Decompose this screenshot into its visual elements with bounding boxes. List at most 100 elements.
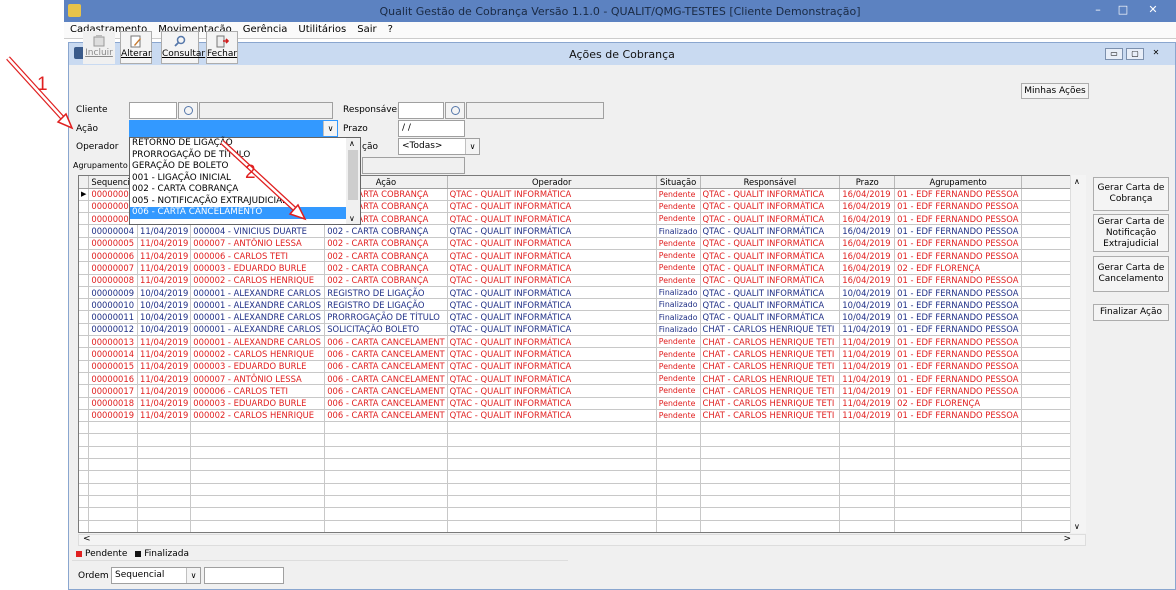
acao-dropdown-list[interactable]: RETORNO DE LIGAÇÃO PRORROGAÇÃO DE TÍTULO…: [129, 137, 347, 225]
cliente-lookup-button[interactable]: [178, 102, 198, 119]
cell-prazo: 16/04/2019: [839, 188, 896, 201]
responsavel-code-input[interactable]: [398, 102, 444, 119]
col-operador[interactable]: Operador: [447, 176, 657, 189]
table-row[interactable]: 00000016 11/04/2019 000007 - ANTÔNIO LESSA…: [79, 372, 1085, 386]
dropdown-scrollbar[interactable]: ∧ ∨: [346, 137, 361, 225]
gerar-carta-cobranca-button[interactable]: Gerar Carta de Cobrança: [1093, 177, 1169, 211]
col-prazo[interactable]: Prazo: [839, 176, 896, 189]
ordem-select[interactable]: Sequencial ∨: [111, 567, 201, 584]
minimize-button[interactable]: –: [1087, 0, 1109, 20]
acao-option[interactable]: PRORROGAÇÃO DE TÍTULO: [130, 150, 346, 162]
cell-operador: QTAC - QUALIT INFORMÁTICA: [447, 274, 657, 287]
chevron-down-icon: ∨: [323, 121, 337, 136]
alterar-button[interactable]: Alterar: [120, 31, 152, 64]
table-row[interactable]: 00000006 11/04/2019 000006 - CARLOS TETI 00…: [79, 249, 1085, 263]
cell-responsavel: QTAC - QUALIT INFORMÁTICA: [700, 249, 841, 263]
table-row[interactable]: 00000008 11/04/2019 000002 - CARLOS HENRIQ…: [79, 274, 1085, 287]
finalizar-acao-button[interactable]: Finalizar Ação: [1093, 304, 1169, 321]
grid-vertical-scrollbar[interactable]: ∧ ∨: [1070, 175, 1086, 533]
incluir-button[interactable]: Incluir: [83, 31, 115, 64]
cell-sequencia: 00000017: [88, 384, 139, 398]
table-row[interactable]: 00000017 11/04/2019 000006 - CARLOS TETI 00…: [79, 384, 1085, 398]
scroll-up-icon[interactable]: ∧: [1074, 177, 1080, 186]
table-row[interactable]: 00000004 11/04/2019 000004 - VINICIUS DUAR…: [79, 224, 1085, 238]
row-indicator: [79, 347, 90, 361]
table-row[interactable]: 00000014 11/04/2019 000002 - CARLOS HENRIQ…: [79, 347, 1085, 361]
acao-select[interactable]: ∨: [129, 120, 338, 137]
scroll-down-icon[interactable]: ∨: [1074, 522, 1080, 531]
cell-agrupamento: 01 - EDF FERNANDO PESSOA: [894, 200, 1023, 214]
menu-sair[interactable]: Sair: [351, 22, 381, 35]
cell-acao: REGISTRO DE LIGAÇÃO: [324, 298, 448, 312]
window-close-button[interactable]: ✕: [1147, 48, 1165, 60]
gerar-carta-notificacao-button[interactable]: Gerar Carta de Notificação Extrajudicial: [1093, 214, 1169, 252]
empty-cell: [190, 433, 326, 447]
fechar-button[interactable]: Fechar: [206, 31, 238, 64]
window-minimize-button[interactable]: ▭: [1105, 48, 1123, 60]
scroll-down-icon[interactable]: ∨: [349, 214, 355, 223]
table-row[interactable]: 00000010 10/04/2019 000001 - ALEXANDRE CAR…: [79, 298, 1085, 312]
prazo-label: Prazo: [343, 124, 368, 134]
acao-option-selected[interactable]: 006 - CARTA CANCELAMENTO: [130, 207, 346, 219]
cell-operador: QTAC - QUALIT INFORMÁTICA: [447, 200, 657, 214]
acao-option[interactable]: 005 - NOTIFICAÇÃO EXTRAJUDICIAL: [130, 196, 346, 208]
menu-gerencia[interactable]: Gerência: [237, 22, 293, 35]
acao-option[interactable]: 002 - CARTA COBRANÇA: [130, 184, 346, 196]
col-situacao[interactable]: Situação: [656, 176, 701, 189]
table-row[interactable]: 00000011 10/04/2019 000001 - ALEXANDRE CAR…: [79, 310, 1085, 324]
scroll-up-icon[interactable]: ∧: [349, 139, 355, 148]
empty-cell: [190, 520, 326, 532]
empty-cell: [79, 483, 90, 496]
empty-cell: [840, 532, 895, 533]
responsavel-name-field: [466, 102, 604, 119]
table-row[interactable]: 00000009 10/04/2019 000001 - ALEXANDRE CAR…: [79, 286, 1085, 300]
table-row[interactable]: 00000013 11/04/2019 000001 - ALEXANDRE CAR…: [79, 335, 1085, 349]
annotation-label-1: 1: [37, 74, 48, 95]
window-restore-button[interactable]: ▢: [1126, 48, 1144, 60]
col-agrupamento[interactable]: Agrupamento: [894, 176, 1023, 189]
empty-cell: [700, 532, 840, 533]
acao-option[interactable]: RETORNO DE LIGAÇÃO: [130, 138, 346, 150]
cell-operador: QTAC - QUALIT INFORMÁTICA: [447, 310, 657, 324]
close-button[interactable]: ✕: [1138, 0, 1168, 20]
acao-option[interactable]: GERAÇÃO DE BOLETO: [130, 161, 346, 173]
empty-cell: [88, 458, 139, 472]
scroll-right-icon[interactable]: >: [1063, 534, 1071, 544]
empty-cell: [839, 483, 896, 496]
cliente-code-input[interactable]: [129, 102, 177, 119]
empty-cell: [700, 483, 841, 496]
situacao-select[interactable]: <Todas> ∨: [398, 138, 480, 155]
menu-help[interactable]: ?: [382, 22, 398, 35]
empty-row: [79, 495, 1085, 509]
table-row[interactable]: 00000012 10/04/2019 000001 - ALEXANDRE CAR…: [79, 323, 1085, 337]
cell-agrupamento: 01 - EDF FERNANDO PESSOA: [894, 286, 1023, 300]
empty-cell: [88, 520, 139, 532]
table-row[interactable]: 00000005 11/04/2019 000007 - ANTÔNIO LESSA…: [79, 237, 1085, 250]
acao-option[interactable]: 001 - LIGAÇÃO INICIAL: [130, 173, 346, 185]
prazo-input[interactable]: / /: [398, 120, 465, 137]
cell-sequencia: 00000012: [88, 323, 139, 337]
col-responsavel[interactable]: Responsável: [700, 176, 841, 189]
menu-utilitarios[interactable]: Utilitários: [292, 22, 351, 35]
minhas-acoes-button[interactable]: Minhas Ações: [1021, 83, 1089, 99]
gerar-carta-cancelamento-button[interactable]: Gerar Carta de Cancelamento: [1093, 256, 1169, 292]
maximize-button[interactable]: □: [1112, 0, 1134, 20]
responsavel-label: Responsável: [343, 105, 400, 115]
scroll-thumb[interactable]: [348, 150, 358, 200]
empty-cell: [656, 458, 701, 472]
acoes-grid[interactable]: Sequencia Ação Operador Situação Respons…: [78, 175, 1086, 533]
consultar-button[interactable]: Consultar: [161, 31, 205, 64]
table-row[interactable]: 00000007 11/04/2019 000003 - EDUARDO BURLE…: [79, 261, 1085, 275]
ordem-search-input[interactable]: [204, 567, 284, 584]
responsavel-lookup-button[interactable]: [445, 102, 465, 119]
empty-cell: [79, 433, 90, 447]
cell-responsavel: QTAC - QUALIT INFORMÁTICA: [700, 212, 841, 226]
empty-cell: [79, 495, 90, 509]
scroll-left-icon[interactable]: <: [83, 534, 91, 544]
table-row[interactable]: 00000019 11/04/2019 000002 - CARLOS HENRIQ…: [79, 409, 1085, 423]
cell-sequencia: 00000007: [88, 261, 139, 275]
grid-horizontal-scrollbar[interactable]: < >: [78, 534, 1086, 546]
table-row[interactable]: 00000015 11/04/2019 000003 - EDUARDO BURLE…: [79, 360, 1085, 373]
cell-responsavel: QTAC - QUALIT INFORMÁTICA: [700, 237, 841, 250]
table-row[interactable]: 00000018 11/04/2019 000003 - EDUARDO BURLE…: [79, 397, 1085, 410]
